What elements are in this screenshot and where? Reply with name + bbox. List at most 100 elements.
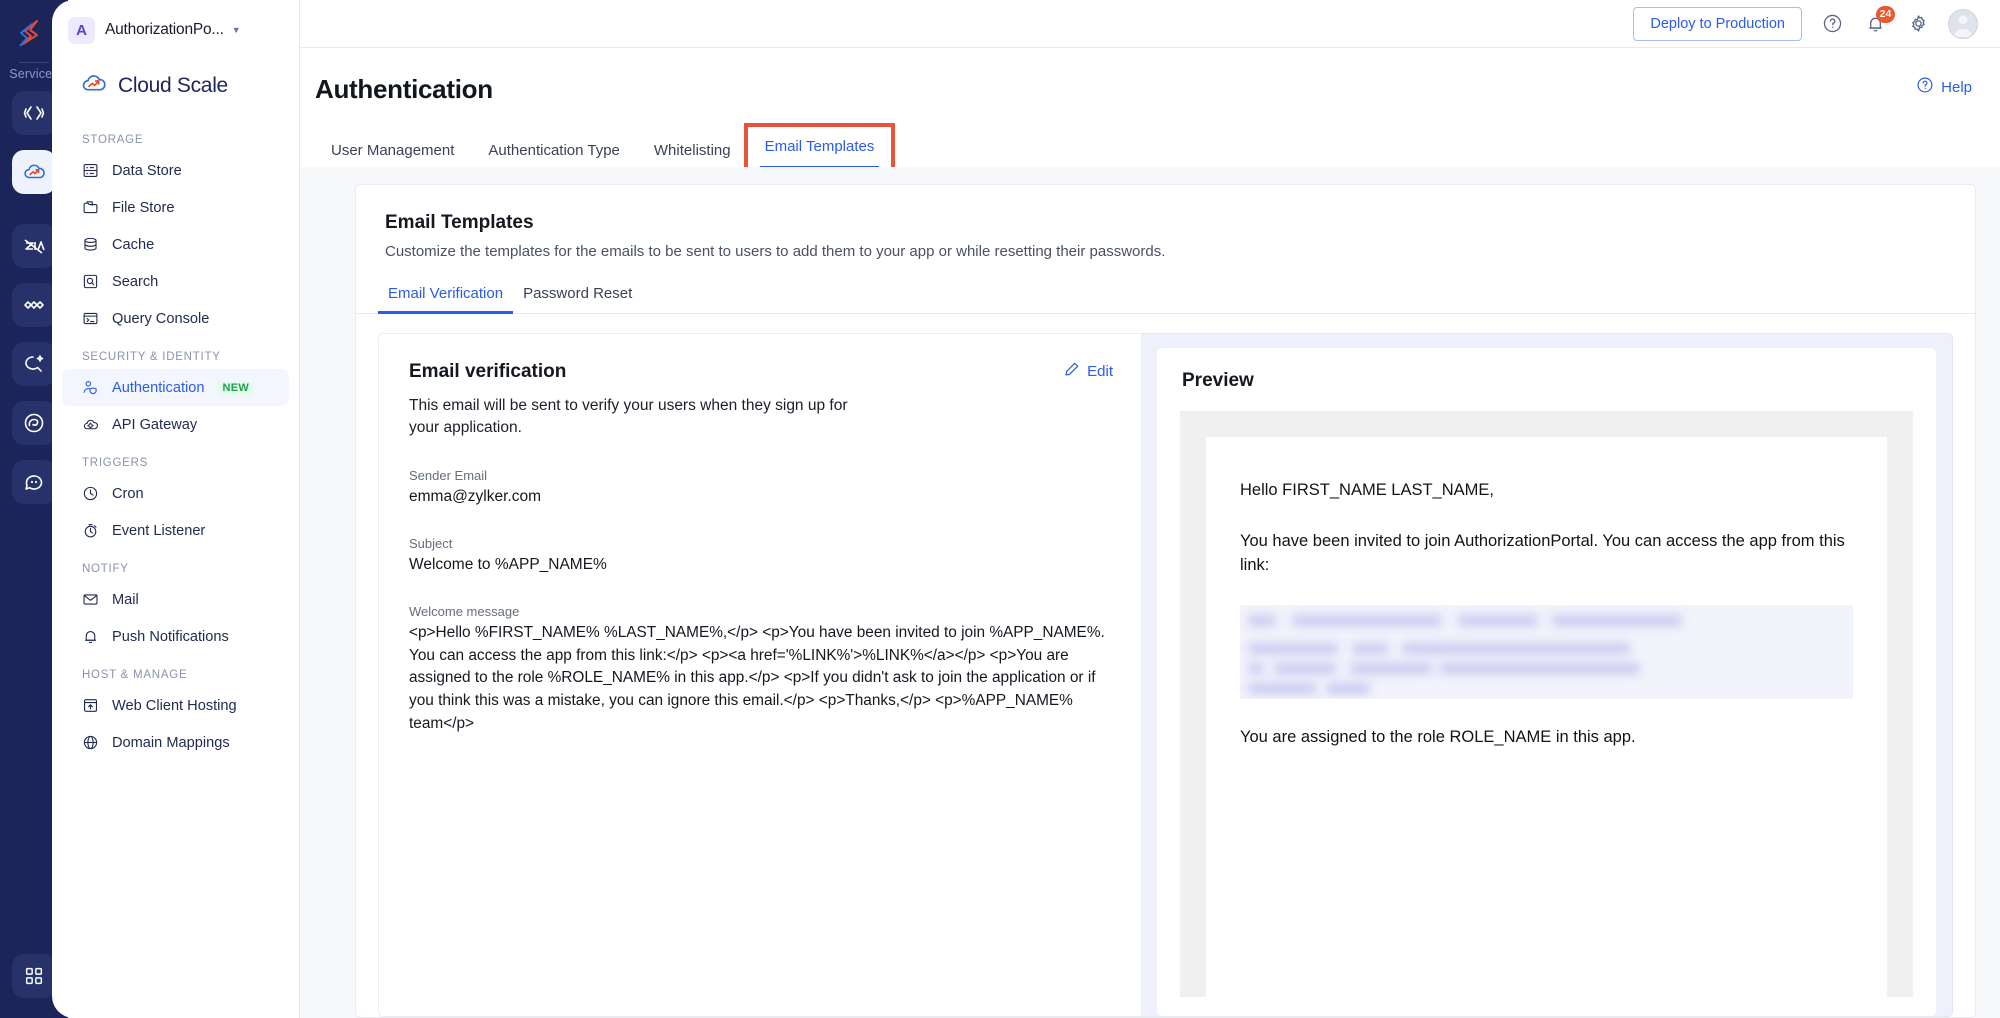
sidebar-item-label: Authentication	[112, 379, 205, 396]
nav-group-label-triggers: TRIGGERS	[82, 457, 149, 469]
template-description: This email will be sent to verify your u…	[409, 397, 848, 437]
help-label: Help	[1941, 78, 1972, 96]
service-title: Cloud Scale	[118, 74, 228, 97]
tab-email-templates[interactable]: Email Templates	[743, 123, 896, 172]
rail-item-galaxy-icon[interactable]	[12, 401, 56, 445]
preview-card: Preview Hello FIRST_NAME LAST_NAME, You …	[1157, 348, 1936, 1016]
content-area: Email Templates Customize the templates …	[300, 167, 2000, 1018]
template-subtabs: Email Verification Password Reset	[356, 285, 1975, 314]
sender-email-label: Sender Email	[409, 467, 488, 483]
sidebar-item-push-notifications[interactable]: Push Notifications	[62, 618, 289, 655]
sidebar-item-api-gateway[interactable]: API Gateway	[62, 406, 289, 443]
sidebar-item-label: Cron	[112, 485, 144, 502]
rail-item-quickml-icon[interactable]	[12, 342, 56, 386]
sidebar-item-cache[interactable]: Cache	[62, 226, 289, 263]
sidebar-item-data-store[interactable]: Data Store	[62, 152, 289, 189]
service-header: Cloud Scale	[52, 54, 299, 102]
rail-divider	[19, 62, 49, 63]
cache-icon	[81, 236, 99, 254]
subtab-email-verification[interactable]: Email Verification	[378, 285, 514, 314]
template-details-panel: Email verification Edit This email will …	[378, 333, 1141, 1017]
subject-value: Welcome to %APP_NAME%	[409, 555, 607, 573]
preview-role-line: You are assigned to the role ROLE_NAME i…	[1240, 727, 1636, 746]
web-client-hosting-icon	[81, 697, 99, 715]
sender-email-field: Sender Email emma@zylker.com	[409, 468, 1111, 508]
help-link[interactable]: Help	[1916, 76, 1972, 98]
api-gateway-icon	[81, 416, 99, 434]
welcome-message-value: <p>Hello %FIRST_NAME% %LAST_NAME%,</p> <…	[409, 623, 1105, 732]
cloud-scale-icon	[80, 70, 107, 102]
sidebar-item-label: Push Notifications	[112, 628, 229, 645]
app-switcher[interactable]: A AuthorizationPo... ▼	[52, 6, 299, 54]
preview-invite-line: You have been invited to join Authorizat…	[1240, 531, 1845, 574]
event-listener-icon	[81, 522, 99, 540]
notifications-bell-icon[interactable]: 24	[1862, 5, 1895, 37]
sidebar-item-search[interactable]: Search	[62, 263, 289, 300]
sidebar-item-label: Data Store	[112, 162, 182, 179]
rail-item-cloud-scale-icon[interactable]	[12, 150, 56, 194]
bell-icon	[81, 628, 99, 646]
data-store-icon	[81, 162, 99, 180]
sidebar-item-label: API Gateway	[112, 416, 198, 433]
sidebar-item-web-client-hosting[interactable]: Web Client Hosting	[62, 687, 289, 724]
sidebar-item-label: Search	[112, 273, 159, 290]
sidebar-item-mail[interactable]: Mail	[62, 581, 289, 618]
preview-greeting: Hello FIRST_NAME LAST_NAME,	[1240, 481, 1494, 499]
sidebar-item-cron[interactable]: Cron	[62, 475, 289, 512]
template-panels: Email verification Edit This email will …	[356, 314, 1975, 1017]
sender-email-value: emma@zylker.com	[409, 487, 542, 505]
nav-group-label-host: HOST & MANAGE	[82, 669, 188, 681]
rail-item-code-icon[interactable]	[12, 91, 56, 135]
help-circle-icon[interactable]	[1819, 11, 1845, 37]
welcome-message-field: Welcome message <p>Hello %FIRST_NAME% %L…	[409, 604, 1111, 735]
query-console-icon	[81, 310, 99, 328]
search-icon	[81, 273, 99, 291]
sidebar-item-event-listener[interactable]: Event Listener	[62, 512, 289, 549]
rail-item-devops-icon[interactable]	[12, 283, 56, 327]
preview-title: Preview	[1182, 370, 1254, 391]
sidebar: A AuthorizationPo... ▼ Cloud Scale STORA…	[52, 0, 300, 1018]
preview-email-body: Hello FIRST_NAME LAST_NAME, You have bee…	[1206, 437, 1887, 997]
sidebar-item-label: Query Console	[112, 310, 210, 327]
rail-item-grid-apps-icon[interactable]	[12, 954, 56, 998]
notification-count-badge: 24	[1876, 5, 1895, 23]
sidebar-item-label: File Store	[112, 199, 175, 216]
deploy-to-production-button[interactable]: Deploy to Production	[1633, 6, 1802, 41]
topbar: Deploy to Production 24	[300, 0, 2000, 48]
chevron-down-icon[interactable]: ▼	[232, 25, 241, 35]
rail-item-zia-icon[interactable]	[12, 224, 56, 268]
sidebar-item-domain-mappings[interactable]: Domain Mappings	[62, 724, 289, 761]
app-avatar: A	[68, 16, 95, 44]
question-circle-icon	[1916, 76, 1934, 98]
sidebar-item-file-store[interactable]: File Store	[62, 189, 289, 226]
sidebar-item-label: Cache	[112, 236, 155, 253]
preview-frame: Hello FIRST_NAME LAST_NAME, You have bee…	[1180, 411, 1913, 997]
sidebar-item-label: Domain Mappings	[112, 734, 230, 751]
email-templates-card: Email Templates Customize the templates …	[355, 184, 1976, 1018]
page-head: Authentication	[300, 48, 2000, 105]
page-title: Authentication	[315, 74, 493, 104]
subtab-password-reset[interactable]: Password Reset	[513, 285, 642, 313]
status-badge: NEW	[217, 380, 255, 395]
edit-label: Edit	[1087, 362, 1113, 380]
subject-field: Subject Welcome to %APP_NAME%	[409, 536, 1111, 576]
catalyst-logo-icon[interactable]	[12, 12, 56, 56]
nav-group-label-storage: STORAGE	[82, 134, 144, 146]
template-title: Email verification	[409, 361, 567, 382]
app-name: AuthorizationPo...	[105, 21, 224, 38]
subject-label: Subject	[409, 535, 453, 551]
rail-item-chat-icon[interactable]	[12, 460, 56, 504]
card-title: Email Templates	[385, 212, 534, 233]
authentication-icon	[81, 379, 99, 397]
cron-clock-icon	[81, 485, 99, 503]
preview-panel: Preview Hello FIRST_NAME LAST_NAME, You …	[1141, 333, 1953, 1017]
avatar[interactable]	[1948, 8, 1978, 39]
page: Authentication Help User Management Auth…	[300, 48, 2000, 1018]
sidebar-item-query-console[interactable]: Query Console	[62, 300, 289, 337]
gear-icon[interactable]	[1905, 11, 1931, 37]
sidebar-item-authentication[interactable]: Authentication NEW	[62, 369, 289, 406]
edit-button[interactable]: Edit	[1064, 361, 1113, 381]
card-subtitle: Customize the templates for the emails t…	[385, 243, 1166, 260]
file-store-icon	[81, 199, 99, 217]
pencil-icon	[1064, 361, 1080, 381]
